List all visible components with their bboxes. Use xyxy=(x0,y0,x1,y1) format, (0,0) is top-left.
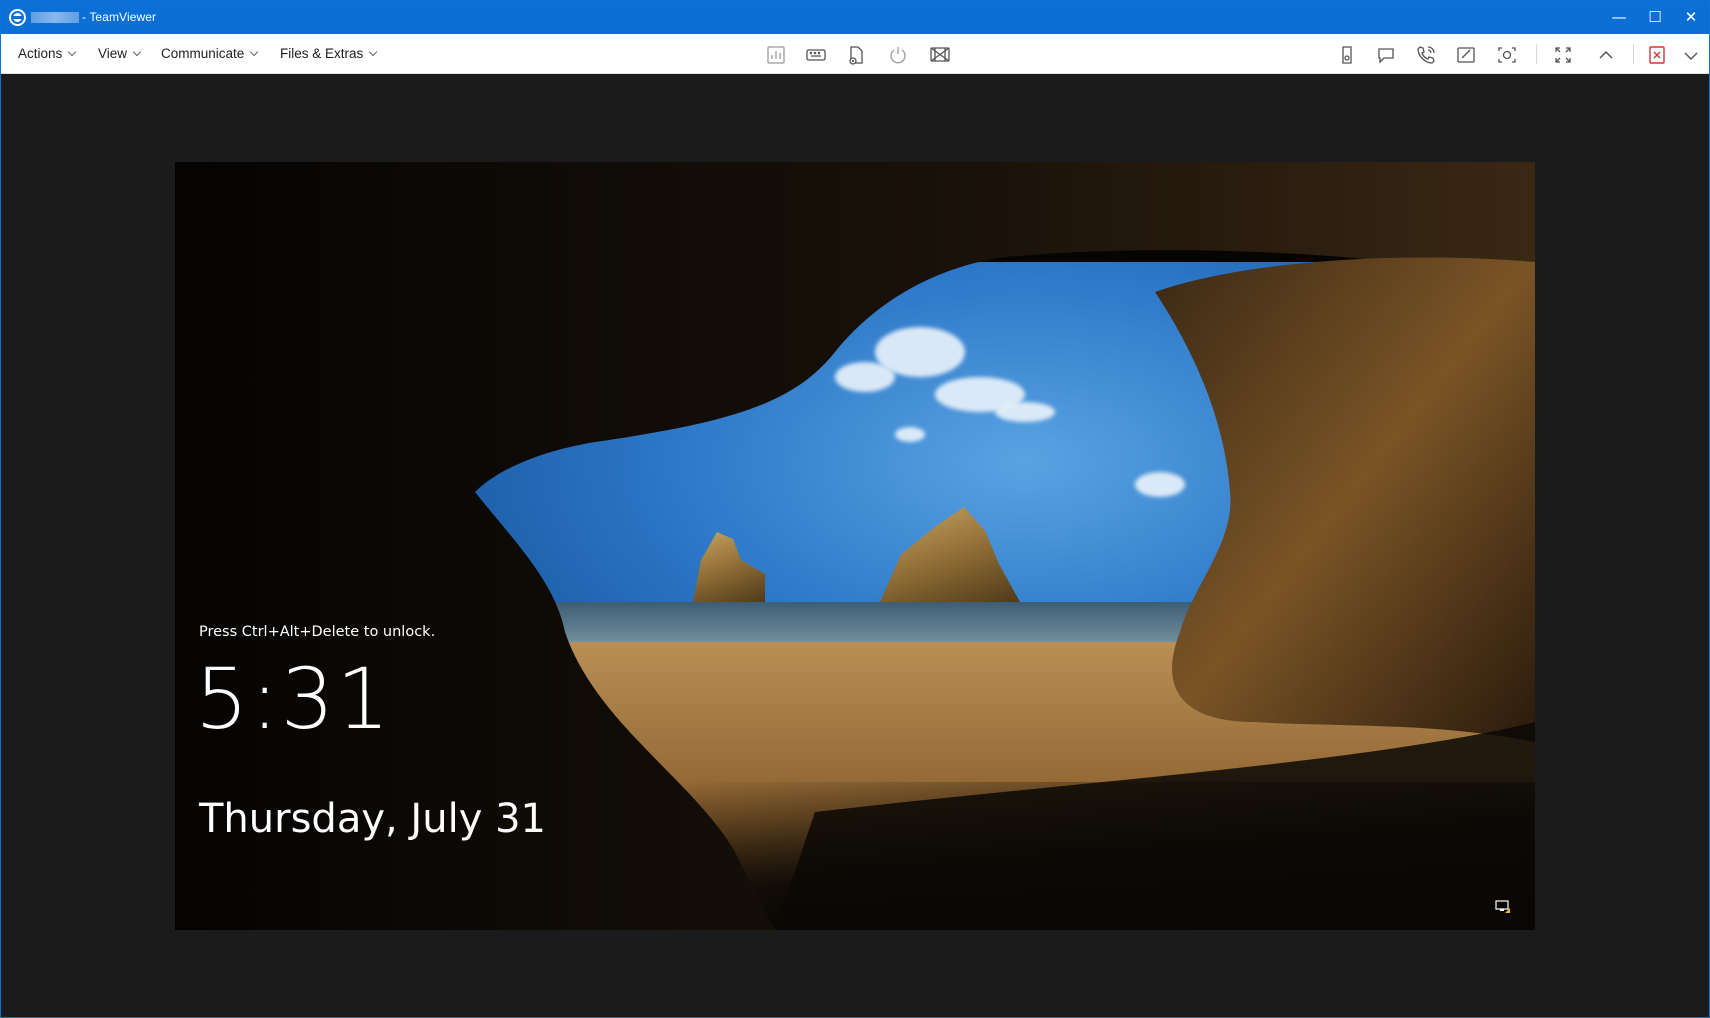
remote-desktop-area[interactable]: Press Ctrl+Alt+Delete to unlock. 5:31 Th… xyxy=(1,75,1709,1017)
lock-screen-time: 5:31 xyxy=(195,650,392,748)
window-title: - TeamViewer xyxy=(82,10,157,24)
toolbar-divider xyxy=(1633,44,1634,64)
call-icon[interactable] xyxy=(1414,43,1438,67)
chevron-down-icon xyxy=(369,47,378,57)
chevron-down-icon xyxy=(250,47,259,57)
keyboard-icon[interactable] xyxy=(804,43,828,67)
session-icon[interactable] xyxy=(1335,43,1359,67)
maximize-button[interactable]: ☐ xyxy=(1637,1,1673,34)
menu-view[interactable]: View xyxy=(98,34,142,74)
collapse-icon[interactable] xyxy=(1594,43,1618,67)
menu-files-extras[interactable]: Files & Extras xyxy=(280,34,378,74)
lock-screen-date: Thursday, July 31 xyxy=(199,796,546,842)
menu-actions-label: Actions xyxy=(18,46,63,61)
menu-actions[interactable]: Actions xyxy=(18,34,77,74)
menu-communicate[interactable]: Communicate xyxy=(161,34,259,74)
menu-view-label: View xyxy=(98,46,128,61)
remote-lock-screen[interactable]: Press Ctrl+Alt+Delete to unlock. 5:31 Th… xyxy=(175,162,1535,930)
dashboard-icon[interactable] xyxy=(764,43,788,67)
file-transfer-icon[interactable] xyxy=(844,43,868,67)
more-chevron-icon[interactable] xyxy=(1679,43,1698,67)
chevron-down-icon xyxy=(68,47,77,57)
disable-input-icon[interactable] xyxy=(928,43,952,67)
teamviewer-window: - TeamViewer — ☐ ✕ Actions View Communic… xyxy=(0,0,1710,1018)
menu-files-extras-label: Files & Extras xyxy=(280,46,364,61)
chat-icon[interactable] xyxy=(1374,43,1398,67)
toolbar: Actions View Communicate Files & Extras xyxy=(1,34,1709,74)
screenshot-icon[interactable] xyxy=(1495,43,1519,67)
fullscreen-icon[interactable] xyxy=(1551,43,1575,67)
lock-screen-hint: Press Ctrl+Alt+Delete to unlock. xyxy=(199,624,436,640)
close-button[interactable]: ✕ xyxy=(1673,1,1709,34)
power-icon[interactable] xyxy=(886,43,910,67)
menu-communicate-label: Communicate xyxy=(161,46,245,61)
toolbar-divider xyxy=(1536,44,1537,64)
minimize-button[interactable]: — xyxy=(1601,1,1637,34)
redacted-partner-id xyxy=(31,12,79,23)
network-status-icon[interactable] xyxy=(1495,900,1511,914)
title-bar: - TeamViewer — ☐ ✕ xyxy=(1,1,1709,34)
whiteboard-icon[interactable] xyxy=(1454,43,1478,67)
chevron-down-icon xyxy=(132,47,142,57)
end-session-icon[interactable] xyxy=(1645,43,1669,67)
teamviewer-logo-icon xyxy=(9,9,26,26)
